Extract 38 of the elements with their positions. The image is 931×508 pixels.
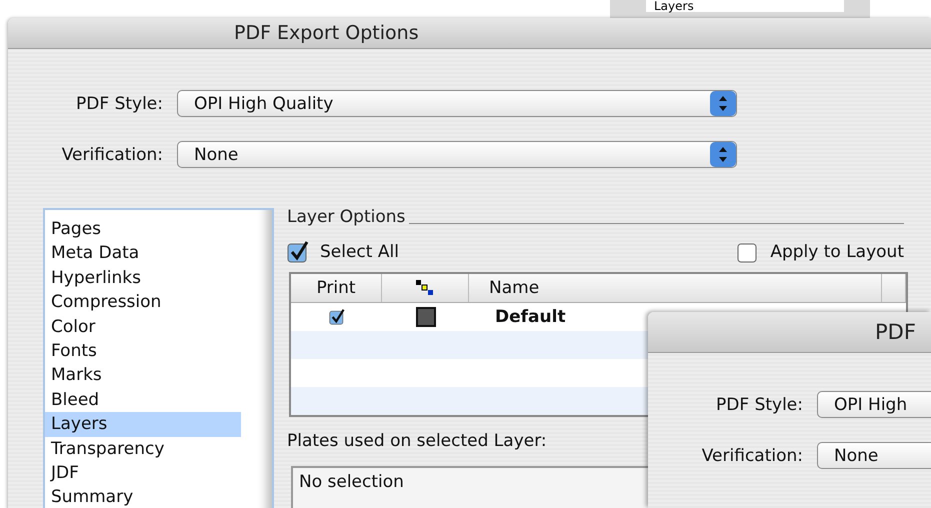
column-header[interactable]: Name [469, 274, 882, 302]
checkbox-label: Select All [320, 242, 399, 262]
section-list-item[interactable]: Summary [45, 485, 241, 508]
checkbox-label: Apply to Layout [770, 242, 904, 262]
layer-color-swatch-icon [416, 307, 436, 327]
field-label: PDF Style: [715, 394, 803, 414]
field-label: Verification: [700, 446, 803, 466]
section-list-item[interactable]: Hyperlinks [45, 266, 241, 290]
color-swatches-icon [416, 280, 434, 296]
section-list-item[interactable]: Color [45, 314, 241, 340]
stepper-arrows-icon [710, 142, 736, 167]
window-title: PDF [875, 320, 916, 344]
section-list-item[interactable]: Meta Data [45, 241, 241, 266]
section-list-item[interactable]: Compression [45, 290, 241, 315]
print-checkbox[interactable] [328, 309, 344, 325]
checkbox[interactable] [287, 241, 309, 263]
section-list-item[interactable]: Bleed [45, 388, 241, 412]
section-list-item[interactable]: Fonts [45, 339, 241, 364]
section-list-item[interactable]: Transparency [45, 436, 241, 462]
popup-menu[interactable]: OPI High Quality [177, 90, 737, 117]
field-label: Verification: [60, 144, 163, 164]
column-header[interactable]: Print [291, 274, 382, 302]
field-label: PDF Style: [75, 94, 163, 114]
section-list-item[interactable]: Pages [45, 217, 241, 242]
table-cell-text: Default [494, 307, 567, 327]
checkbox[interactable] [737, 241, 760, 263]
section-list-item[interactable]: Layers [45, 412, 241, 437]
list-item: Layers [646, 0, 844, 12]
popup-menu[interactable]: OPI High [817, 391, 931, 418]
stepper-arrows-icon [710, 91, 736, 116]
popup-menu[interactable]: None [177, 141, 737, 168]
plates-label: Plates used on selected Layer: [287, 431, 548, 451]
group-title: Layer Options [287, 207, 406, 227]
list-item: No selection [299, 472, 404, 492]
popup-menu[interactable]: None [817, 442, 931, 469]
window-title: PDF Export Options [234, 22, 419, 44]
section-list-item[interactable]: JDF [45, 461, 241, 486]
section-list-item[interactable]: Marks [45, 363, 241, 388]
